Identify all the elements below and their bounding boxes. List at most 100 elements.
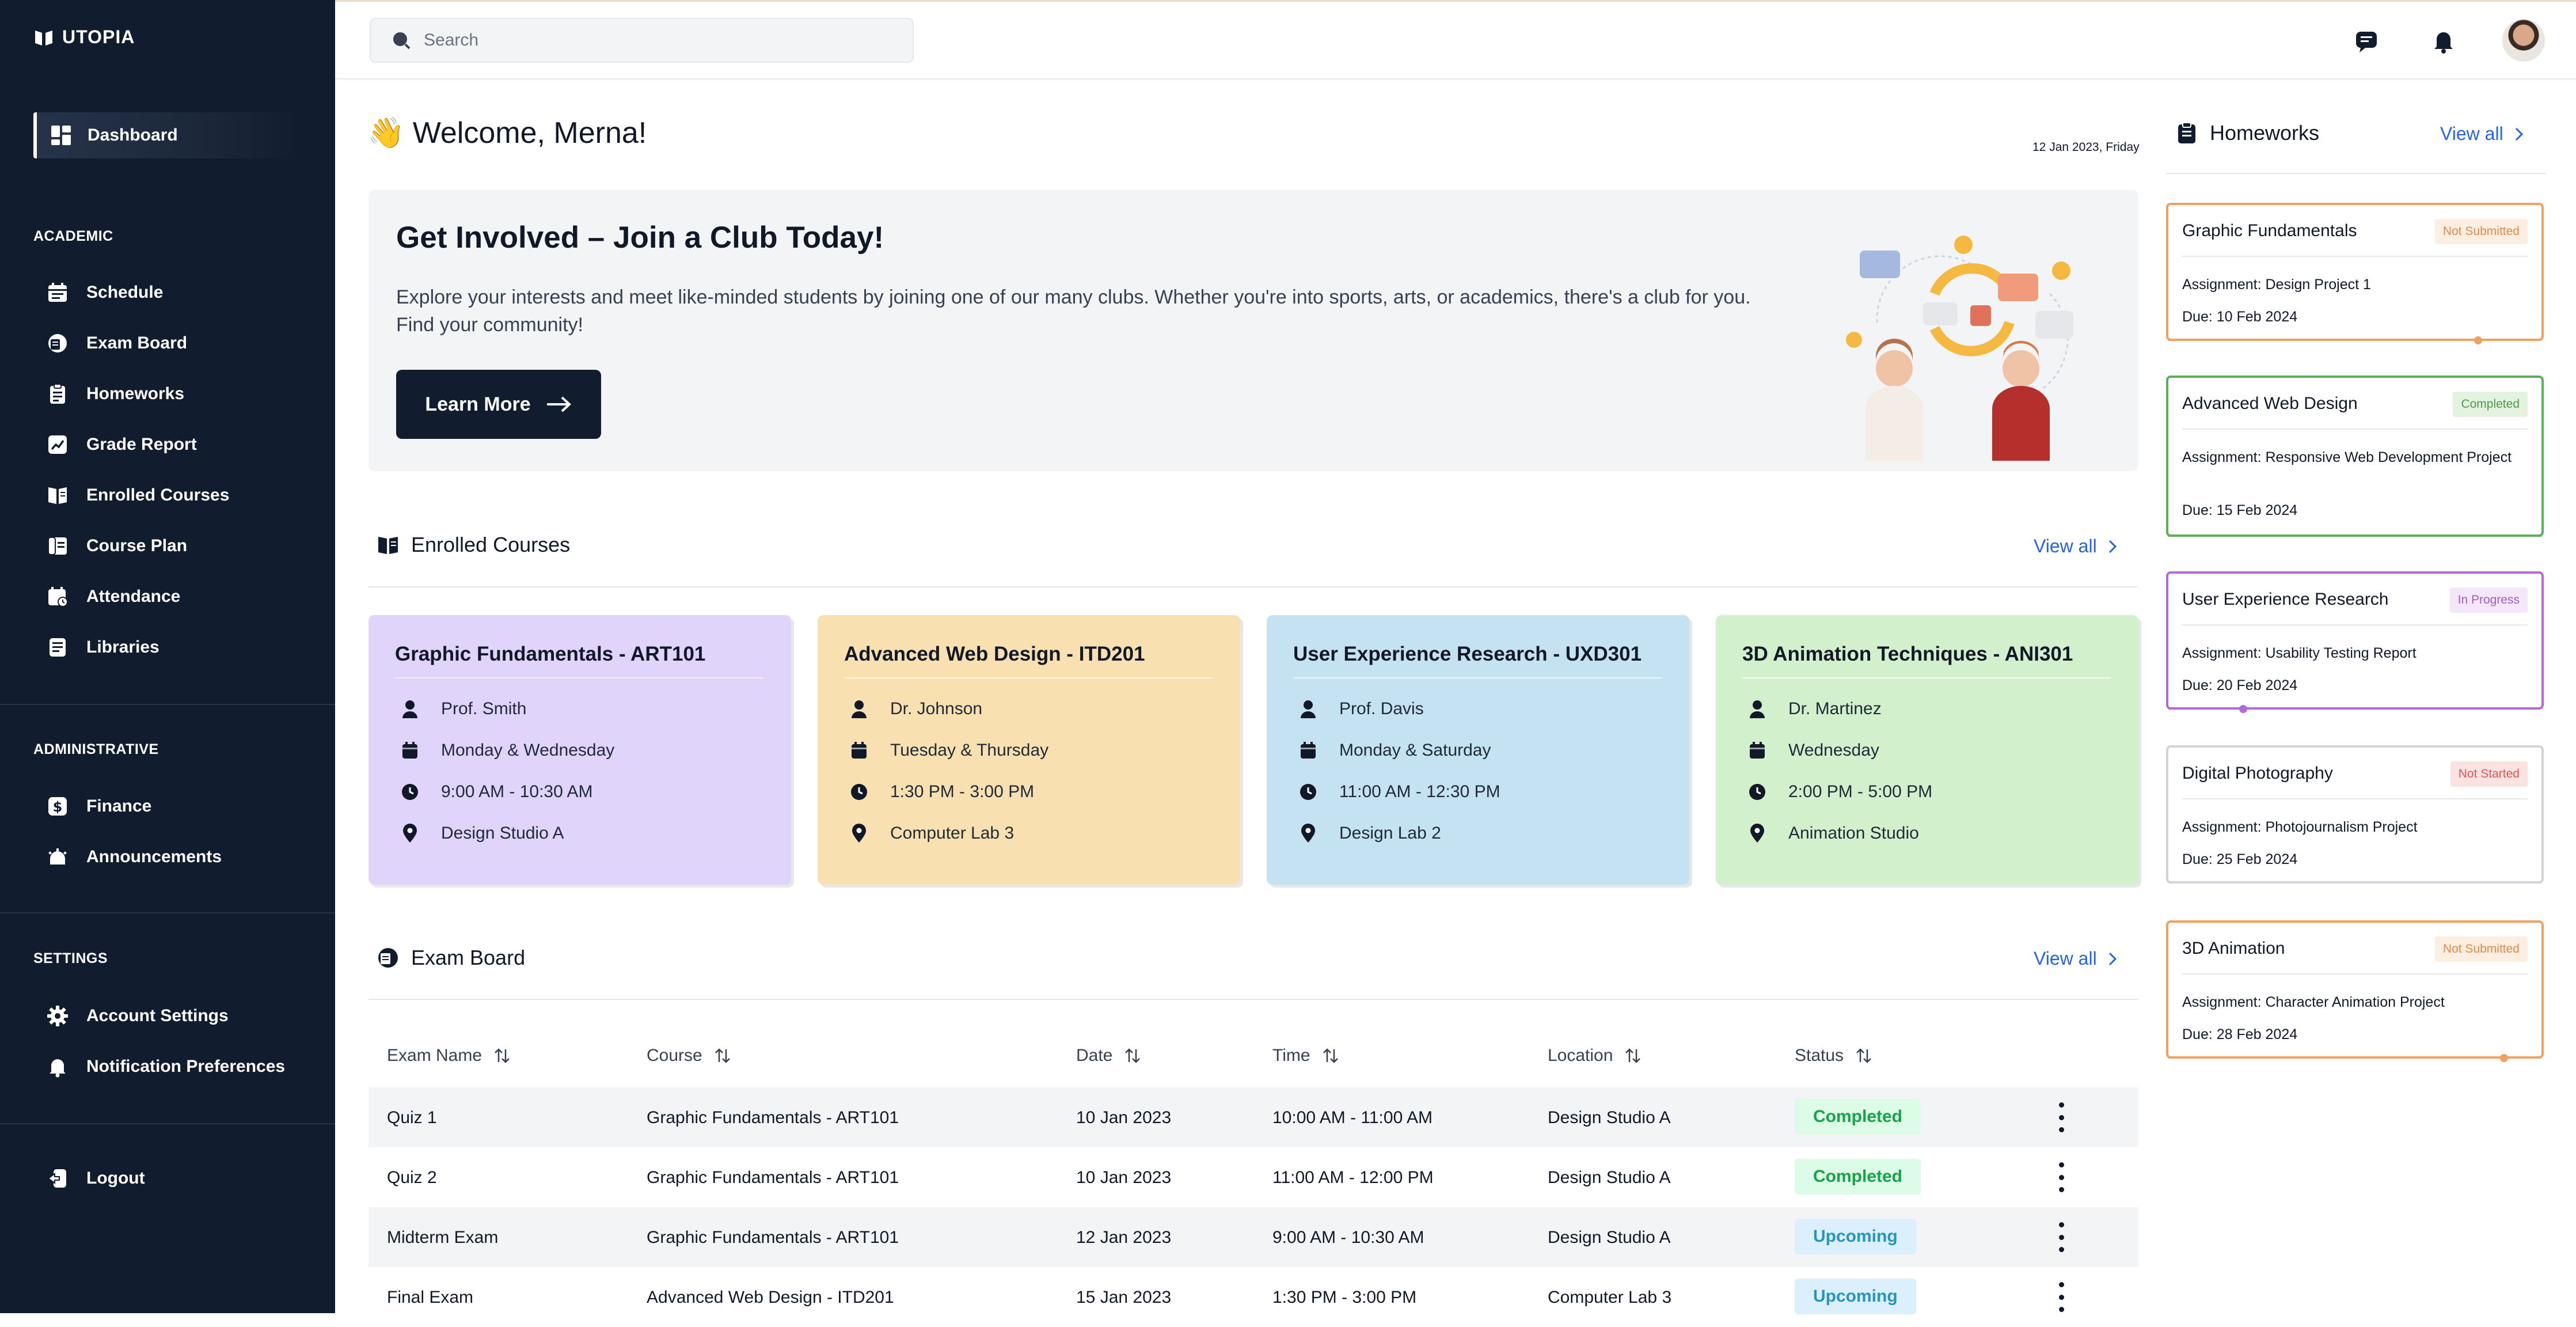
course-instructor: Prof. Davis [1299, 699, 1424, 719]
sidebar-item-finance[interactable]: $ Finance [46, 792, 151, 821]
column-header-label: Status [1795, 1046, 1844, 1065]
card-divider [844, 677, 1213, 678]
row-menu-icon[interactable] [2056, 1282, 2067, 1312]
search-input[interactable] [424, 31, 884, 50]
svg-text:$: $ [53, 799, 63, 815]
current-date: 12 Jan 2023, Friday [2032, 141, 2140, 154]
table-row[interactable]: Quiz 2 Graphic Fundamentals - ART101 10 … [368, 1147, 2138, 1207]
status-badge: Upcoming [1795, 1219, 1916, 1254]
time-cell: 9:00 AM - 10:30 AM [1272, 1228, 1424, 1247]
exam-board-icon [378, 948, 398, 968]
homework-card[interactable]: Advanced Web Design Completed Assignment… [2166, 376, 2544, 537]
learn-more-button[interactable]: Learn More [396, 370, 601, 439]
section-title-settings: SETTINGS [33, 950, 108, 966]
homework-card[interactable]: Graphic Fundamentals Not Submitted Assig… [2166, 203, 2544, 344]
course-time-text: 2:00 PM - 5:00 PM [1788, 782, 1933, 801]
course-card[interactable]: User Experience Research - UXD301 Prof. … [1267, 615, 1689, 885]
column-header-exam-name[interactable]: Exam Name [387, 1046, 511, 1066]
column-header-location[interactable]: Location [1548, 1046, 1642, 1066]
calendar-icon [850, 741, 868, 760]
user-avatar[interactable] [2502, 19, 2545, 62]
sidebar-item-schedule[interactable]: Schedule [46, 278, 163, 307]
sidebar-item-label: Dashboard [88, 126, 178, 145]
banner-text: Explore your interests and meet like-min… [396, 286, 1751, 336]
notification-bell-icon[interactable] [2427, 25, 2460, 57]
homework-status-badge: Completed [2453, 392, 2528, 417]
clipboard-icon [46, 382, 69, 405]
clock-icon [401, 783, 419, 801]
row-menu-icon[interactable] [2056, 1222, 2067, 1252]
homework-card[interactable]: User Experience Research In Progress Ass… [2166, 571, 2544, 713]
table-row[interactable]: Final Exam Advanced Web Design - ITD201 … [368, 1267, 2138, 1327]
clock-icon [1299, 783, 1317, 801]
exam-view-all-link[interactable]: View all [2034, 948, 2118, 969]
instructor-name: Prof. Davis [1339, 699, 1424, 718]
chat-icon[interactable] [2350, 25, 2383, 57]
sidebar-item-notification-preferences[interactable]: Notification Preferences [46, 1052, 285, 1081]
homeworks-view-all-link[interactable]: View all [2440, 123, 2524, 145]
instructor-name: Dr. Martinez [1788, 699, 1882, 718]
sort-icon [715, 1048, 730, 1063]
course-days-text: Monday & Wednesday [441, 741, 615, 760]
column-header-time[interactable]: Time [1272, 1046, 1339, 1066]
course-location-text: Computer Lab 3 [890, 824, 1015, 843]
column-header-date[interactable]: Date [1076, 1046, 1141, 1066]
homework-card[interactable]: 3D Animation Not Submitted Assignment: C… [2166, 920, 2544, 1062]
card-divider [2182, 624, 2528, 625]
chevron-right-icon [2515, 127, 2523, 141]
top-bar [335, 0, 2576, 79]
course-cell: Graphic Fundamentals - ART101 [647, 1228, 899, 1247]
course-location-text: Design Studio A [441, 824, 564, 843]
course-card[interactable]: 3D Animation Techniques - ANI301 Dr. Mar… [1716, 615, 2138, 885]
course-cell: Graphic Fundamentals - ART101 [647, 1168, 899, 1187]
time-cell: 10:00 AM - 11:00 AM [1272, 1108, 1433, 1127]
homework-due-date: Due: 15 Feb 2024 [2182, 502, 2298, 518]
row-menu-icon[interactable] [2056, 1162, 2067, 1192]
sidebar-item-attendance[interactable]: Attendance [46, 582, 180, 611]
course-time: 9:00 AM - 10:30 AM [401, 782, 592, 802]
table-row[interactable]: Quiz 1 Graphic Fundamentals - ART101 10 … [368, 1087, 2138, 1147]
course-location-text: Animation Studio [1788, 824, 1919, 843]
library-icon [46, 636, 69, 659]
row-menu-icon[interactable] [2056, 1102, 2067, 1132]
homework-card[interactable]: Digital Photography Not Started Assignme… [2166, 745, 2544, 884]
column-header-course[interactable]: Course [647, 1046, 731, 1066]
homework-title: Graphic Fundamentals [2182, 221, 2357, 240]
sidebar-item-homeworks[interactable]: Homeworks [46, 380, 184, 408]
course-instructor: Dr. Johnson [850, 699, 982, 719]
homework-progress-handle [2239, 705, 2247, 713]
homework-title: Digital Photography [2182, 764, 2333, 783]
course-card[interactable]: Graphic Fundamentals - ART101 Prof. Smit… [368, 615, 791, 885]
sidebar-item-grade-report[interactable]: Grade Report [46, 430, 197, 459]
homework-status-badge: In Progress [2449, 587, 2528, 613]
date-cell: 15 Jan 2023 [1076, 1288, 1172, 1307]
instructor-name: Prof. Smith [441, 699, 527, 718]
course-time-text: 9:00 AM - 10:30 AM [441, 782, 593, 801]
sidebar-item-enrolled-courses[interactable]: Enrolled Courses [46, 481, 229, 510]
sidebar-item-course-plan[interactable]: Course Plan [46, 532, 187, 560]
logout-button[interactable]: Logout [46, 1164, 145, 1193]
course-location: Design Lab 2 [1299, 824, 1441, 843]
user-icon [850, 700, 868, 718]
location-pin-icon [1748, 824, 1766, 843]
sidebar-item-exam-board[interactable]: Exam Board [46, 329, 187, 358]
sidebar-item-announcements[interactable]: Announcements [46, 843, 222, 871]
sidebar-item-libraries[interactable]: Libraries [46, 633, 159, 662]
app-logo[interactable]: UTOPIA [33, 26, 135, 48]
table-row[interactable]: Midterm Exam Graphic Fundamentals - ART1… [368, 1207, 2138, 1267]
course-cell: Advanced Web Design - ITD201 [647, 1288, 894, 1307]
course-card[interactable]: Advanced Web Design - ITD201 Dr. Johnson… [818, 615, 1240, 885]
exam-name-cell: Quiz 1 [387, 1108, 437, 1127]
search-bar[interactable] [370, 18, 914, 63]
gear-icon [46, 1004, 69, 1028]
date-cell: 12 Jan 2023 [1076, 1228, 1172, 1247]
sidebar-item-account-settings[interactable]: Account Settings [46, 1002, 229, 1030]
sidebar-item-dashboard[interactable]: Dashboard [33, 112, 304, 158]
sidebar: UTOPIA Dashboard ACADEMIC Schedule Exam … [0, 0, 335, 1313]
sidebar-item-label: Enrolled Courses [86, 486, 230, 505]
column-header-label: Location [1548, 1046, 1613, 1065]
enrolled-view-all-link[interactable]: View all [2034, 536, 2118, 557]
column-header-status[interactable]: Status [1795, 1046, 1872, 1066]
instructor-name: Dr. Johnson [890, 699, 983, 718]
date-cell: 10 Jan 2023 [1076, 1168, 1172, 1187]
